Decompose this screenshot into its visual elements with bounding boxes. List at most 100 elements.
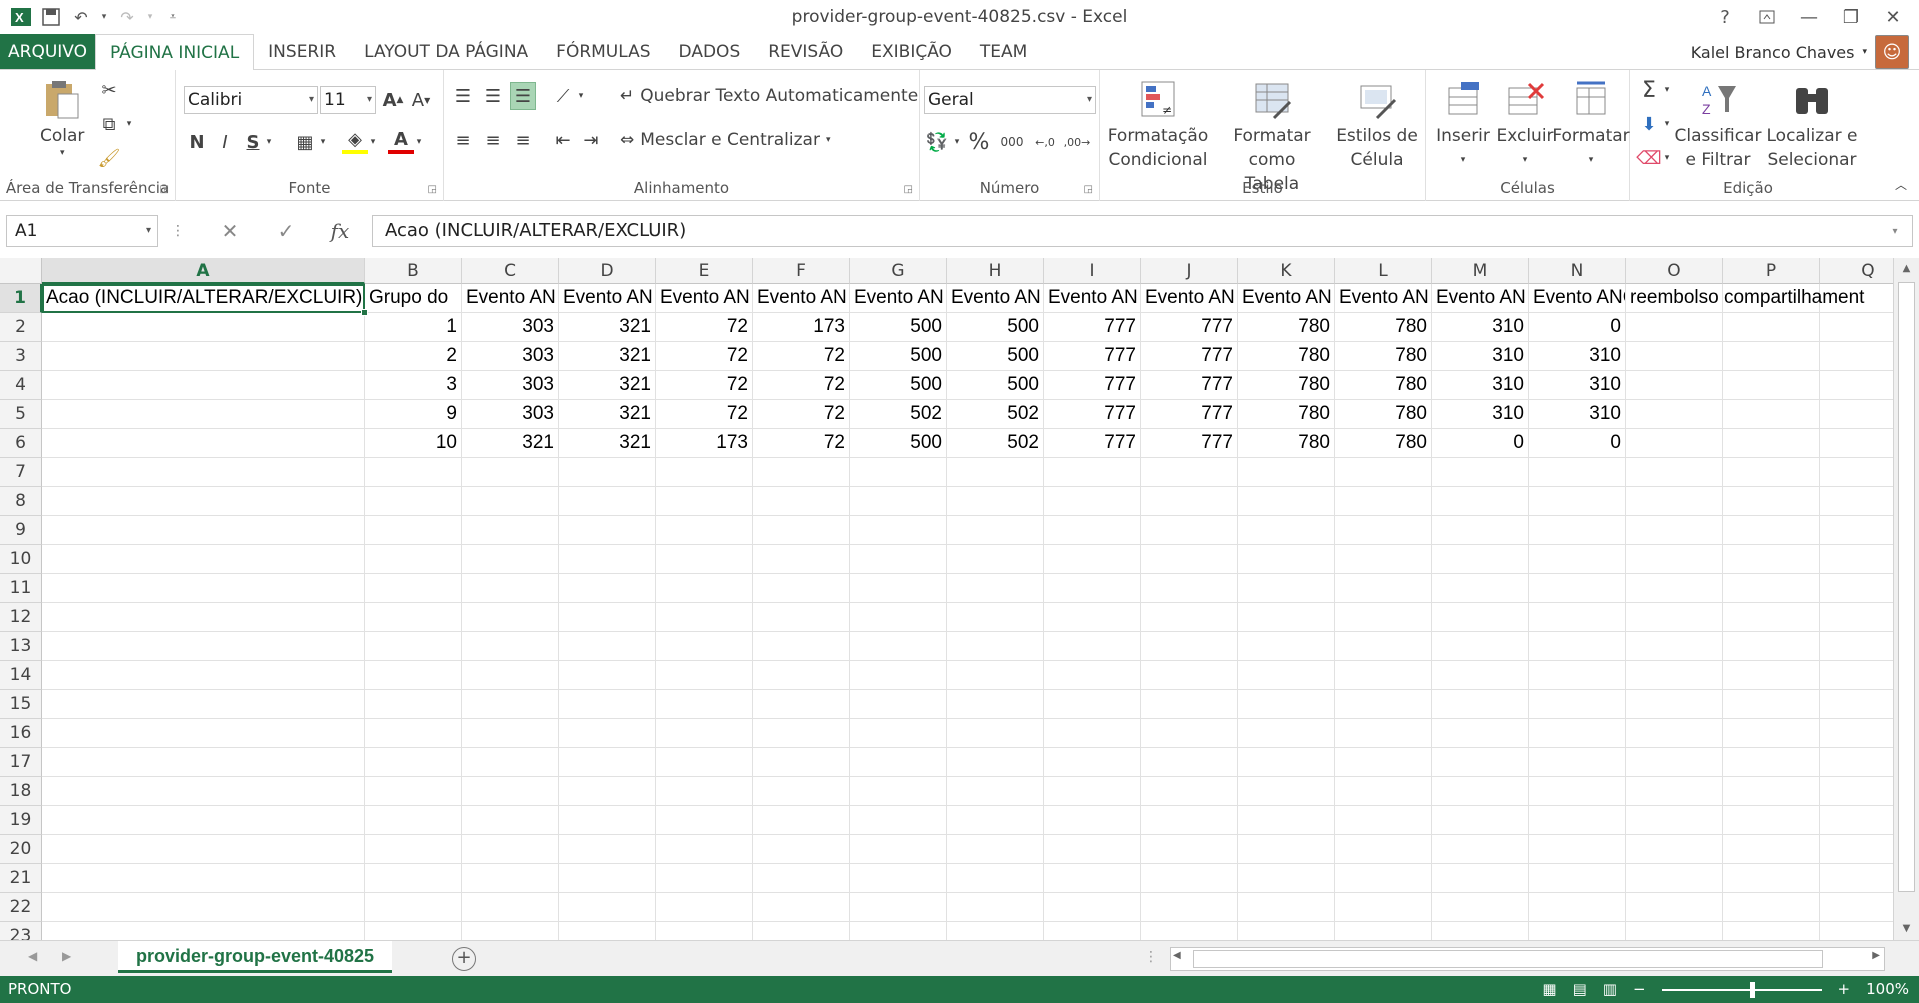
cell-c5[interactable]: 303 bbox=[462, 400, 559, 429]
cell-c7[interactable] bbox=[462, 458, 559, 487]
autosum-dropdown-icon[interactable]: ▾ bbox=[1660, 76, 1674, 104]
copy-dropdown-icon[interactable]: ▾ bbox=[122, 110, 136, 138]
delete-cells-button[interactable]: Excluir ▾ bbox=[1494, 78, 1556, 172]
cell-k5[interactable]: 780 bbox=[1238, 400, 1335, 429]
cell-l2[interactable]: 780 bbox=[1335, 313, 1432, 342]
cell-a4[interactable] bbox=[42, 371, 365, 400]
column-header-f[interactable]: F bbox=[753, 258, 850, 284]
cell-p9[interactable] bbox=[1723, 516, 1820, 545]
cell-k15[interactable] bbox=[1238, 690, 1335, 719]
delete-dropdown-icon[interactable]: ▾ bbox=[1523, 148, 1528, 172]
cell-f13[interactable] bbox=[753, 632, 850, 661]
redo-dropdown-icon[interactable]: ▾ bbox=[144, 4, 156, 30]
cell-m23[interactable] bbox=[1432, 922, 1529, 940]
cell-l23[interactable] bbox=[1335, 922, 1432, 940]
align-right-icon[interactable]: ≡ bbox=[510, 126, 536, 154]
cell-f9[interactable] bbox=[753, 516, 850, 545]
cell-m15[interactable] bbox=[1432, 690, 1529, 719]
cell-j15[interactable] bbox=[1141, 690, 1238, 719]
cell-b5[interactable]: 9 bbox=[365, 400, 462, 429]
cell-k4[interactable]: 780 bbox=[1238, 371, 1335, 400]
cell-l12[interactable] bbox=[1335, 603, 1432, 632]
tab-dados[interactable]: DADOS bbox=[665, 34, 755, 69]
cell-b23[interactable] bbox=[365, 922, 462, 940]
bold-button[interactable]: N bbox=[184, 128, 210, 156]
scroll-up-icon[interactable]: ▲ bbox=[1894, 258, 1919, 280]
cell-m11[interactable] bbox=[1432, 574, 1529, 603]
cell-styles-button[interactable]: Estilos de Célula bbox=[1332, 78, 1422, 172]
cell-c12[interactable] bbox=[462, 603, 559, 632]
format-cells-button[interactable]: Formatar ▾ bbox=[1552, 78, 1630, 172]
cell-a1[interactable]: Acao (INCLUIR/ALTERAR/EXCLUIR) bbox=[42, 284, 365, 313]
cell-h8[interactable] bbox=[947, 487, 1044, 516]
cell-o3[interactable] bbox=[1626, 342, 1723, 371]
cell-a23[interactable] bbox=[42, 922, 365, 940]
cell-c3[interactable]: 303 bbox=[462, 342, 559, 371]
cell-f4[interactable]: 72 bbox=[753, 371, 850, 400]
borders-icon[interactable]: ▦ bbox=[292, 128, 318, 156]
cell-d15[interactable] bbox=[559, 690, 656, 719]
scroll-left-icon[interactable]: ◀ bbox=[1173, 950, 1181, 961]
cell-e3[interactable]: 72 bbox=[656, 342, 753, 371]
cell-g17[interactable] bbox=[850, 748, 947, 777]
cell-g16[interactable] bbox=[850, 719, 947, 748]
cell-m16[interactable] bbox=[1432, 719, 1529, 748]
insert-function-button[interactable]: fx bbox=[320, 215, 360, 247]
cell-i19[interactable] bbox=[1044, 806, 1141, 835]
cell-m5[interactable]: 310 bbox=[1432, 400, 1529, 429]
cell-n21[interactable] bbox=[1529, 864, 1626, 893]
cell-m19[interactable] bbox=[1432, 806, 1529, 835]
row-header-21[interactable]: 21 bbox=[0, 864, 42, 893]
cell-c21[interactable] bbox=[462, 864, 559, 893]
cell-d13[interactable] bbox=[559, 632, 656, 661]
collapse-ribbon-icon[interactable]: ︿ bbox=[1888, 170, 1914, 198]
zoom-in-icon[interactable]: + bbox=[1838, 976, 1851, 1003]
cell-g11[interactable] bbox=[850, 574, 947, 603]
zoom-slider-knob[interactable] bbox=[1749, 981, 1755, 998]
cell-h3[interactable]: 500 bbox=[947, 342, 1044, 371]
insert-cells-button[interactable]: Inserir ▾ bbox=[1432, 78, 1494, 172]
cell-b2[interactable]: 1 bbox=[365, 313, 462, 342]
cell-d18[interactable] bbox=[559, 777, 656, 806]
cell-d11[interactable] bbox=[559, 574, 656, 603]
cell-d2[interactable]: 321 bbox=[559, 313, 656, 342]
account-area[interactable]: Kalel Branco Chaves ▾ ☺ bbox=[1691, 34, 1909, 70]
cell-j21[interactable] bbox=[1141, 864, 1238, 893]
cell-i11[interactable] bbox=[1044, 574, 1141, 603]
row-header-19[interactable]: 19 bbox=[0, 806, 42, 835]
cell-a20[interactable] bbox=[42, 835, 365, 864]
cell-p18[interactable] bbox=[1723, 777, 1820, 806]
cell-k16[interactable] bbox=[1238, 719, 1335, 748]
cell-p10[interactable] bbox=[1723, 545, 1820, 574]
cell-e9[interactable] bbox=[656, 516, 753, 545]
row-header-9[interactable]: 9 bbox=[0, 516, 42, 545]
cell-b14[interactable] bbox=[365, 661, 462, 690]
cell-n13[interactable] bbox=[1529, 632, 1626, 661]
cell-m14[interactable] bbox=[1432, 661, 1529, 690]
cell-d20[interactable] bbox=[559, 835, 656, 864]
increase-indent-icon[interactable]: ⇥ bbox=[578, 126, 604, 154]
cell-j20[interactable] bbox=[1141, 835, 1238, 864]
account-dropdown-icon[interactable]: ▾ bbox=[1862, 47, 1867, 57]
cell-h20[interactable] bbox=[947, 835, 1044, 864]
cell-m13[interactable] bbox=[1432, 632, 1529, 661]
cell-l9[interactable] bbox=[1335, 516, 1432, 545]
cell-a3[interactable] bbox=[42, 342, 365, 371]
cell-h21[interactable] bbox=[947, 864, 1044, 893]
cell-l13[interactable] bbox=[1335, 632, 1432, 661]
name-box[interactable]: A1 ▾ bbox=[6, 215, 158, 247]
next-sheet-icon[interactable]: ▶ bbox=[62, 949, 71, 963]
cell-i10[interactable] bbox=[1044, 545, 1141, 574]
cell-o5[interactable] bbox=[1626, 400, 1723, 429]
cell-i2[interactable]: 777 bbox=[1044, 313, 1141, 342]
cell-k2[interactable]: 780 bbox=[1238, 313, 1335, 342]
formula-input[interactable]: Acao (INCLUIR/ALTERAR/EXCLUIR) bbox=[372, 215, 1913, 247]
cell-i5[interactable]: 777 bbox=[1044, 400, 1141, 429]
cell-a13[interactable] bbox=[42, 632, 365, 661]
undo-icon[interactable]: ↶ bbox=[68, 4, 94, 30]
cell-n10[interactable] bbox=[1529, 545, 1626, 574]
cell-l19[interactable] bbox=[1335, 806, 1432, 835]
cell-h9[interactable] bbox=[947, 516, 1044, 545]
font-color-dropdown-icon[interactable]: ▾ bbox=[412, 128, 426, 156]
clipboard-launcher-icon[interactable]: ◲ bbox=[160, 184, 169, 195]
